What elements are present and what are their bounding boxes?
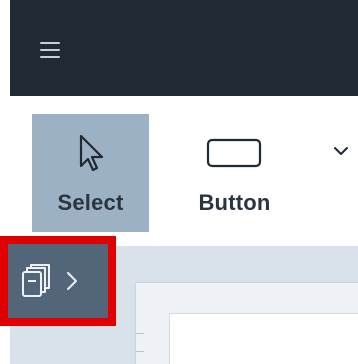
button-tool-button[interactable]: Button (176, 114, 293, 232)
app-window: Select Button (0, 0, 358, 364)
chevron-down-icon[interactable] (332, 144, 350, 156)
hamburger-menu-icon[interactable] (40, 42, 60, 58)
canvas-page (135, 282, 358, 364)
ruler-tick (136, 333, 144, 334)
pages-stack-icon (22, 264, 50, 297)
cursor-arrow-icon (77, 132, 105, 174)
pages-panel-toggle-button[interactable] (8, 244, 108, 318)
button-tool-label: Button (198, 190, 271, 215)
rectangle-icon (206, 132, 264, 174)
select-tool-button[interactable]: Select (32, 114, 149, 232)
select-tool-label: Select (57, 190, 124, 215)
toolbar: Select Button (10, 96, 358, 246)
ruler-tick (136, 351, 144, 352)
canvas-frame (169, 313, 358, 364)
top-header-bar (10, 0, 358, 96)
pages-panel-toggle-highlight[interactable] (0, 236, 116, 326)
chevron-right-icon (67, 272, 77, 290)
